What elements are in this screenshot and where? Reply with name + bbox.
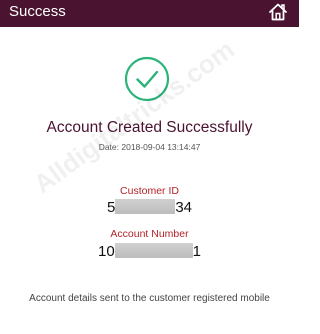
account-number-label: Account Number (110, 228, 189, 240)
home-icon (268, 2, 288, 22)
success-check-icon (124, 56, 170, 102)
app-title: Success (9, 3, 66, 20)
home-button[interactable] (268, 2, 288, 22)
app-bar: Success (0, 0, 299, 27)
redaction-mask (115, 199, 176, 214)
customer-id-value: 5 34 (0, 199, 299, 217)
redaction-mask (114, 243, 193, 258)
account-number-suffix: 1 (192, 243, 202, 260)
account-number-value: 10 1 (0, 243, 299, 261)
customer-id-prefix: 5 (106, 199, 116, 216)
success-heading: Account Created Successfully (46, 119, 253, 136)
created-date: Date: 2018-09-04 13:14:47 (98, 142, 201, 152)
footer-message: Account details sent to the customer reg… (29, 293, 270, 304)
account-number-prefix: 10 (97, 243, 115, 260)
customer-id-suffix: 34 (175, 199, 193, 216)
customer-id-label: Customer ID (120, 185, 179, 197)
